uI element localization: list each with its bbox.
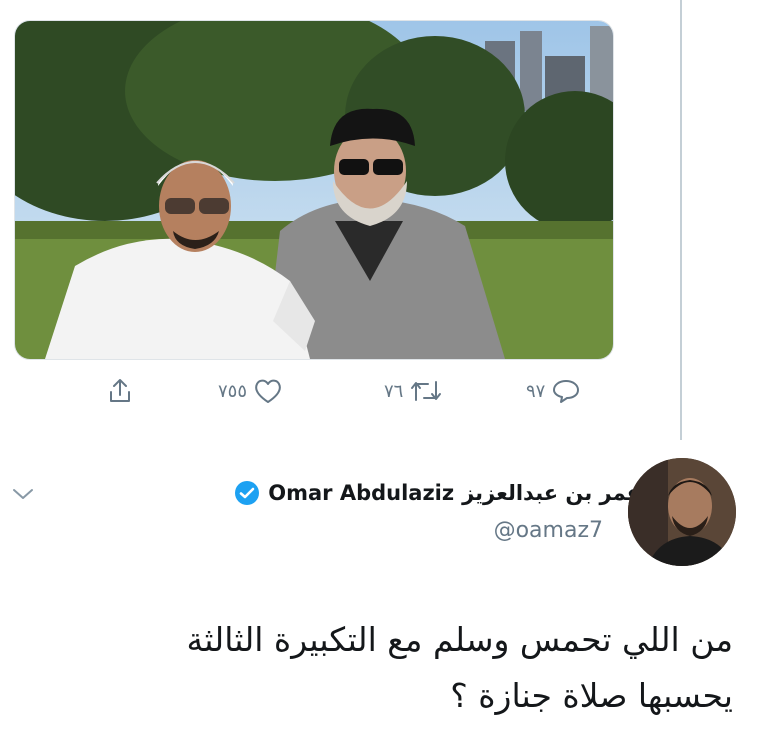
verified-badge-icon xyxy=(235,481,260,505)
like-button[interactable]: ٧٥٥ xyxy=(218,378,283,404)
chevron-down-icon xyxy=(13,489,33,499)
avatar[interactable] xyxy=(628,458,736,566)
author-name-line[interactable]: Omar Abdulaziz عمر بن عبدالعزيز xyxy=(234,480,641,506)
retweet-button[interactable]: ٧٦ xyxy=(384,378,443,404)
reply-button[interactable]: ٩٧ xyxy=(526,378,581,404)
reply-count: ٩٧ xyxy=(526,380,546,402)
retweet-count: ٧٦ xyxy=(384,380,404,402)
author-name-arabic: عمر بن عبدالعزيز xyxy=(462,481,641,505)
tweet-photo[interactable] xyxy=(14,20,614,360)
tweet-text-line-2: يحسبها صلاة جنازة ؟ xyxy=(450,676,733,715)
share-button[interactable] xyxy=(108,378,132,404)
avatar-image xyxy=(628,458,736,566)
photo-illustration xyxy=(15,21,613,359)
tweet-text: من اللي تحمس وسلم مع التكبيرة الثالثة يح… xyxy=(33,612,734,724)
more-options-button[interactable] xyxy=(12,486,34,505)
tweet-text-line-1: من اللي تحمس وسلم مع التكبيرة الثالثة xyxy=(186,620,734,659)
author-name-english: Omar Abdulaziz xyxy=(268,481,455,505)
author-handle[interactable]: @oamaz7 xyxy=(494,518,603,543)
tweet-action-bar: ٧٥٥ ٧٦ ٩٧ xyxy=(0,370,680,414)
reply-icon xyxy=(553,380,580,403)
thread-connector-line xyxy=(680,0,682,440)
like-count: ٧٥٥ xyxy=(218,380,248,402)
share-icon xyxy=(110,379,130,402)
retweet-icon xyxy=(411,381,442,401)
heart-icon xyxy=(255,379,281,403)
